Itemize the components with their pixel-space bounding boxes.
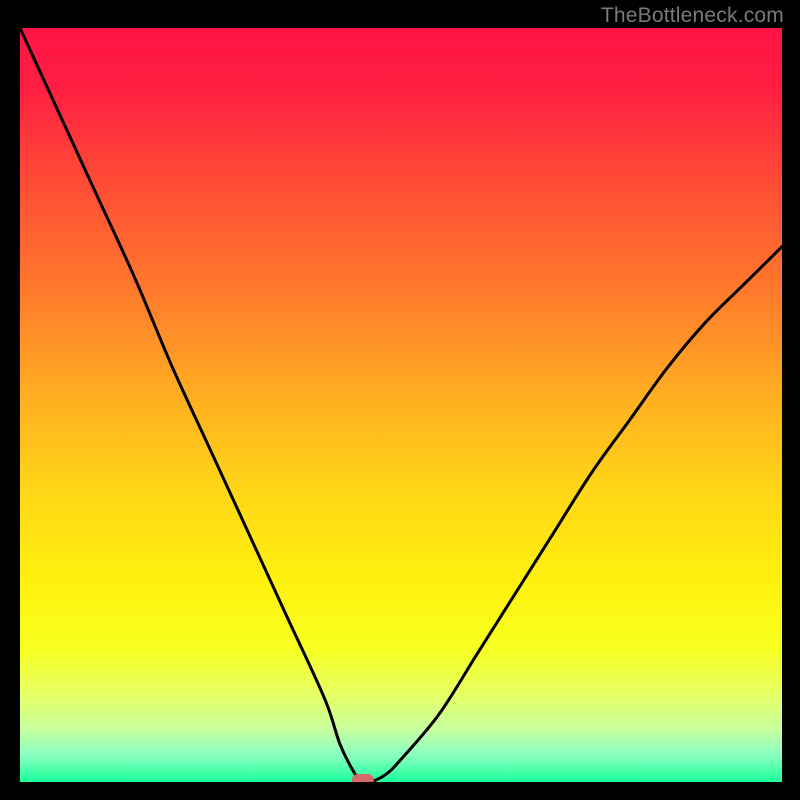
- bottleneck-chart-svg: [20, 28, 782, 782]
- gradient-background: [20, 28, 782, 782]
- watermark-text: TheBottleneck.com: [601, 4, 784, 28]
- plot-area: [20, 28, 782, 782]
- optimal-point-marker: [352, 774, 374, 782]
- chart-frame: TheBottleneck.com: [0, 0, 800, 800]
